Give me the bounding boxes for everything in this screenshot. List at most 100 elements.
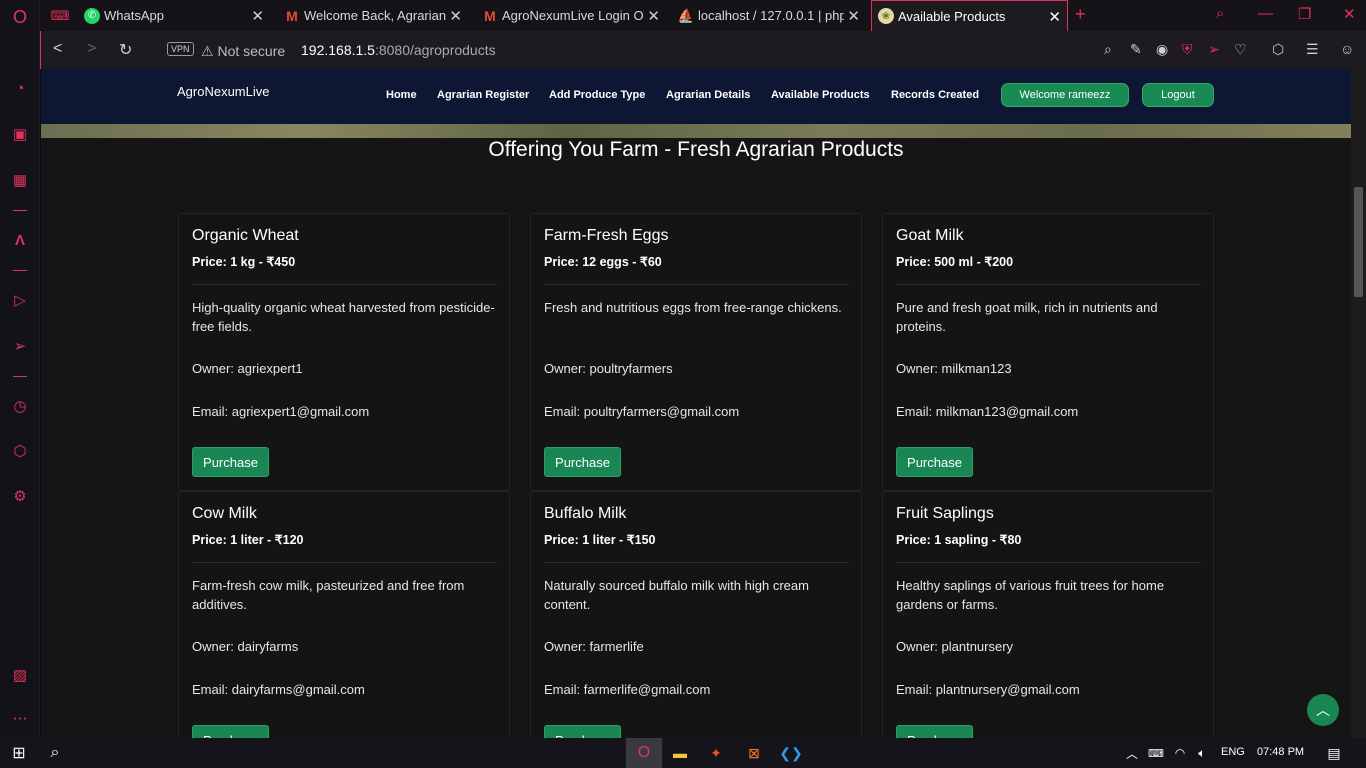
tab-gmail-welcome[interactable]: M Welcome Back, Agrarian! - ✕ — [278, 0, 468, 31]
edit-icon[interactable]: ✎ — [1130, 41, 1142, 58]
chevron-up-icon[interactable]: ︿ — [1122, 743, 1142, 763]
sidebar-divider — [13, 210, 27, 211]
speed-dial-icon[interactable]: ◔ — [10, 79, 30, 99]
url-field[interactable]: 192.168.1.5:8080/agroproducts — [301, 42, 496, 58]
gallery-icon[interactable]: ▨ — [10, 666, 30, 686]
heart-icon[interactable]: ♡ — [1234, 41, 1247, 58]
cube-icon[interactable]: ⬡ — [10, 442, 30, 462]
security-indicator[interactable]: ⚠ Not secure — [201, 43, 285, 60]
opera-logo-icon[interactable]: O — [10, 7, 30, 27]
search-icon[interactable]: ⌕ — [1104, 41, 1112, 58]
product-card: Farm-Fresh Eggs Price: 12 eggs - ₹60 Fre… — [530, 213, 862, 491]
tab-phpmyadmin[interactable]: ⛵ localhost / 127.0.0.1 | phpM ✕ — [672, 0, 866, 31]
camera-icon[interactable]: ◉ — [1156, 41, 1168, 58]
restore-icon[interactable]: ❐ — [1298, 5, 1311, 23]
more-icon[interactable]: ⋯ — [10, 709, 30, 729]
product-owner: Owner: dairyfarms — [192, 639, 299, 654]
welcome-button[interactable]: Welcome rameezz — [1001, 83, 1129, 107]
vpn-badge[interactable]: VPN — [167, 42, 194, 56]
nav-available-products[interactable]: Available Products — [771, 89, 870, 101]
page-scrollbar[interactable] — [1351, 69, 1366, 738]
close-icon[interactable]: ✕ — [446, 7, 462, 25]
product-owner: Owner: poultryfarmers — [544, 361, 673, 376]
chevron-up-icon: ︿ — [1316, 702, 1330, 718]
reload-icon[interactable]: ↻ — [119, 40, 132, 60]
nav-agrarian-details[interactable]: Agrarian Details — [666, 89, 750, 101]
tab-available-products[interactable]: ❀ Available Products ✕ — [871, 0, 1068, 31]
card-divider — [544, 562, 849, 563]
site-navbar: AgroNexumLive Home Agrarian Register Add… — [41, 69, 1351, 124]
address-bar: < > ↻ VPN ⚠ Not secure 192.168.1.5:8080/… — [40, 31, 1366, 69]
settings-sliders-icon[interactable]: ☰ — [1306, 41, 1319, 58]
send-icon[interactable]: ➢ — [1208, 41, 1220, 58]
back-icon[interactable]: < — [53, 40, 62, 58]
purchase-button[interactable]: Purchase — [192, 725, 269, 738]
close-icon[interactable]: ✕ — [844, 7, 860, 25]
hero-banner — [41, 124, 1351, 138]
tab-gmail-otp[interactable]: M AgroNexumLive Login OTP ✕ — [476, 0, 666, 31]
gear-icon[interactable]: ⚙ — [10, 487, 30, 507]
tab-pinned[interactable]: ⌨ — [46, 0, 76, 31]
site-brand[interactable]: AgroNexumLive — [177, 84, 270, 99]
tab-label: localhost / 127.0.0.1 | phpM — [698, 8, 858, 23]
url-path: :8080/agroproducts — [374, 42, 496, 58]
briefcase-icon[interactable]: ▣ — [10, 125, 30, 145]
notifications-icon[interactable]: ▤ — [1324, 743, 1344, 763]
aria-icon[interactable]: Λ — [10, 231, 30, 251]
input-method-icon[interactable]: ⌨ — [1146, 743, 1166, 763]
window-close-icon[interactable]: ✕ — [1343, 5, 1356, 23]
shield-icon[interactable]: ⛨ — [1182, 41, 1193, 58]
nav-agrarian-register[interactable]: Agrarian Register — [437, 89, 529, 101]
nav-records-created[interactable]: Records Created — [891, 89, 979, 101]
scroll-to-top-button[interactable]: ︿ — [1307, 694, 1339, 726]
purchase-button[interactable]: Purchase — [192, 447, 269, 477]
phpmyadmin-icon: ⛵ — [677, 7, 695, 23]
product-email: Email: poultryfarmers@gmail.com — [544, 404, 740, 419]
new-tab-icon[interactable]: + — [1075, 4, 1086, 25]
windows-start-icon[interactable]: ⊞ — [9, 743, 29, 763]
minimize-icon[interactable]: — — [1258, 5, 1273, 22]
product-owner: Owner: farmerlife — [544, 639, 644, 654]
send-icon[interactable]: ➢ — [10, 337, 30, 357]
tab-label: Welcome Back, Agrarian! - — [304, 8, 458, 23]
product-price: Price: 1 liter - ₹150 — [544, 533, 656, 547]
player-icon[interactable]: ▷ — [10, 291, 30, 311]
browser-sidebar: O ◔ ▣ ▦ Λ ▷ ➢ ◷ ⬡ ⚙ ▨ ⋯ — [0, 0, 40, 738]
nav-add-produce-type[interactable]: Add Produce Type — [549, 89, 645, 101]
history-icon[interactable]: ◷ — [10, 397, 30, 417]
vscode-icon[interactable]: ❮❯ — [779, 743, 802, 763]
product-description: Naturally sourced buffalo milk with high… — [544, 578, 809, 612]
search-tabs-icon[interactable]: ⌕ — [1216, 5, 1224, 22]
scrollbar-thumb[interactable] — [1354, 187, 1363, 297]
close-icon[interactable]: ✕ — [644, 7, 660, 25]
product-owner: Owner: agriexpert1 — [192, 361, 303, 376]
close-icon[interactable]: ✕ — [251, 7, 264, 25]
forward-icon[interactable]: > — [87, 40, 96, 58]
product-description: Pure and fresh goat milk, rich in nutrie… — [896, 300, 1158, 334]
logout-button[interactable]: Logout — [1142, 83, 1214, 107]
purchase-button[interactable]: Purchase — [896, 725, 973, 738]
purchase-button[interactable]: Purchase — [544, 725, 621, 738]
file-explorer-icon[interactable]: ▬ — [670, 743, 690, 763]
language-indicator[interactable]: ENG — [1221, 746, 1245, 758]
product-email: Email: milkman123@gmail.com — [896, 404, 1079, 419]
purchase-button[interactable]: Purchase — [896, 447, 973, 477]
close-icon[interactable]: ✕ — [1048, 8, 1061, 26]
cube-icon[interactable]: ⬡ — [1272, 41, 1284, 58]
figma-icon[interactable]: ✦ — [706, 743, 726, 763]
wifi-icon[interactable]: ◠ — [1170, 743, 1190, 763]
chip-icon[interactable]: ▦ — [10, 171, 30, 191]
tab-whatsapp[interactable]: ✆ WhatsApp ✕ — [78, 0, 270, 31]
opera-taskbar-icon[interactable]: O — [634, 743, 654, 763]
xampp-icon[interactable]: ⊠ — [744, 743, 764, 763]
volume-icon[interactable]: 🔈︎ — [1192, 743, 1212, 763]
clock[interactable]: 07:48 PM — [1257, 746, 1304, 758]
purchase-button[interactable]: Purchase — [544, 447, 621, 477]
product-description: Healthy saplings of various fruit trees … — [896, 578, 1165, 612]
profile-icon[interactable]: ☺ — [1340, 41, 1354, 57]
nav-home[interactable]: Home — [386, 89, 417, 101]
search-icon[interactable]: ⌕ — [45, 743, 65, 763]
product-price: Price: 500 ml - ₹200 — [896, 255, 1014, 269]
card-divider — [192, 284, 497, 285]
card-divider — [192, 562, 497, 563]
